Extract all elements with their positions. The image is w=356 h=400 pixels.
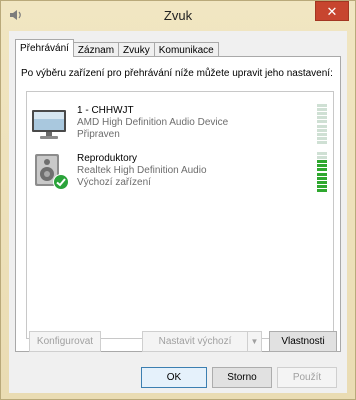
meter-segment bbox=[317, 136, 327, 140]
meter-segment bbox=[317, 176, 327, 180]
meter-segment bbox=[317, 188, 327, 192]
meter-segment bbox=[317, 108, 327, 112]
meter-segment bbox=[317, 128, 327, 132]
title-bar[interactable]: Zvuk ✕ bbox=[1, 1, 355, 31]
tab-communications[interactable]: Komunikace bbox=[153, 42, 219, 57]
meter-segment bbox=[317, 164, 327, 168]
device-status: Výchozí zařízení bbox=[77, 177, 151, 188]
ok-button[interactable]: OK bbox=[141, 367, 207, 388]
tab-strip: Přehrávání Záznam Zvuky Komunikace bbox=[15, 39, 219, 57]
meter-segment bbox=[317, 140, 327, 144]
instructions-text: Po výběru zařízení pro přehrávání níže m… bbox=[21, 68, 333, 79]
meter-segment bbox=[317, 160, 327, 164]
sound-dialog: Zvuk ✕ Přehrávání Záznam Zvuky Komunikac… bbox=[0, 0, 356, 400]
cancel-button[interactable]: Storno bbox=[212, 367, 272, 388]
playback-panel: Po výběru zařízení pro přehrávání níže m… bbox=[15, 56, 341, 352]
level-meter bbox=[317, 104, 327, 144]
set-default-dropdown[interactable]: ▼ bbox=[247, 331, 262, 352]
meter-segment bbox=[317, 156, 327, 160]
chevron-down-icon: ▼ bbox=[250, 337, 259, 346]
device-item-speakers[interactable]: Reproduktory Realtek High Definition Aud… bbox=[27, 150, 333, 194]
window-title: Zvuk bbox=[163, 8, 193, 23]
meter-segment bbox=[317, 116, 327, 120]
meter-segment bbox=[317, 120, 327, 124]
default-check-icon bbox=[53, 174, 69, 190]
configure-button[interactable]: Konfigurovat bbox=[29, 331, 101, 352]
device-description: Realtek High Definition Audio bbox=[77, 165, 207, 176]
monitor-icon bbox=[31, 105, 67, 141]
device-list[interactable]: 1 - CHHWJT AMD High Definition Audio Dev… bbox=[26, 91, 334, 339]
tab-playback[interactable]: Přehrávání bbox=[15, 39, 74, 57]
meter-segment bbox=[317, 180, 327, 184]
device-item-hdmi[interactable]: 1 - CHHWJT AMD High Definition Audio Dev… bbox=[27, 102, 333, 146]
device-status: Připraven bbox=[77, 129, 120, 140]
meter-segment bbox=[317, 112, 327, 116]
level-meter bbox=[317, 152, 327, 192]
meter-segment bbox=[317, 124, 327, 128]
dialog-client: Přehrávání Záznam Zvuky Komunikace Po vý… bbox=[9, 31, 347, 393]
device-description: AMD High Definition Audio Device bbox=[77, 117, 229, 128]
meter-segment bbox=[317, 132, 327, 136]
tab-sounds[interactable]: Zvuky bbox=[118, 42, 155, 57]
set-default-button[interactable]: Nastavit výchozí bbox=[142, 331, 248, 352]
device-name: Reproduktory bbox=[77, 153, 138, 164]
meter-segment bbox=[317, 152, 327, 155]
meter-segment bbox=[317, 104, 327, 107]
meter-segment bbox=[317, 184, 327, 188]
properties-button[interactable]: Vlastnosti bbox=[269, 331, 337, 352]
close-button[interactable]: ✕ bbox=[315, 1, 349, 21]
tab-recording[interactable]: Záznam bbox=[72, 42, 120, 57]
meter-segment bbox=[317, 172, 327, 176]
apply-button[interactable]: Použít bbox=[277, 367, 337, 388]
device-name: 1 - CHHWJT bbox=[77, 105, 134, 116]
close-icon: ✕ bbox=[326, 4, 338, 19]
meter-segment bbox=[317, 168, 327, 172]
